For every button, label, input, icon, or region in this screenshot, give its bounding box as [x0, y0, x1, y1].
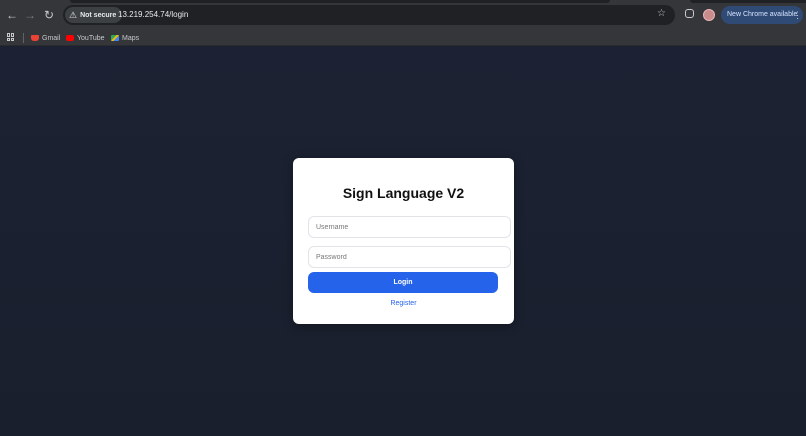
gmail-icon [31, 35, 39, 41]
bookmark-youtube[interactable]: YouTube [66, 31, 105, 45]
profile-avatar[interactable] [703, 9, 715, 21]
login-button[interactable]: Login [308, 272, 498, 293]
bookmark-label: Gmail [42, 34, 61, 42]
back-icon[interactable]: ← [4, 7, 20, 23]
register-link[interactable]: Register [293, 300, 514, 307]
new-chrome-button[interactable]: New Chrome available [721, 6, 804, 24]
username-input[interactable] [308, 216, 511, 238]
reload-icon[interactable]: ↻ [41, 7, 57, 23]
maps-icon [111, 35, 119, 41]
security-chip[interactable]: ⚠ Not secure [65, 7, 123, 23]
page-background: Sign Language V2 Login Register [0, 47, 806, 436]
app-title: Sign Language V2 [342, 185, 465, 201]
warning-icon: ⚠ [69, 9, 78, 20]
browser-toolbar: ← → ↻ ⚠ Not secure 13.219.254.74/login ☆… [0, 0, 806, 30]
bookmark-label: YouTube [77, 34, 105, 42]
login-card: Sign Language V2 Login Register [293, 158, 514, 324]
bookmarks-separator [23, 33, 24, 43]
bookmark-maps[interactable]: Maps [111, 31, 139, 45]
youtube-icon [66, 35, 74, 41]
bookmark-gmail[interactable]: Gmail [31, 31, 60, 45]
forward-icon[interactable]: → [22, 7, 38, 23]
tab-strip [70, 0, 610, 3]
bookmarks-bar: Gmail YouTube Maps [0, 30, 806, 46]
extensions-icon[interactable] [685, 9, 694, 18]
more-menu-icon[interactable]: ⋮ [793, 9, 802, 21]
password-input[interactable] [308, 246, 511, 268]
apps-icon[interactable] [7, 33, 15, 41]
bookmark-label: Maps [122, 34, 140, 42]
url-text[interactable]: 13.219.254.74/login [118, 10, 188, 19]
security-label: Not secure [80, 11, 117, 19]
tab-strip-right [690, 0, 806, 3]
bookmark-star-icon[interactable]: ☆ [657, 8, 666, 19]
